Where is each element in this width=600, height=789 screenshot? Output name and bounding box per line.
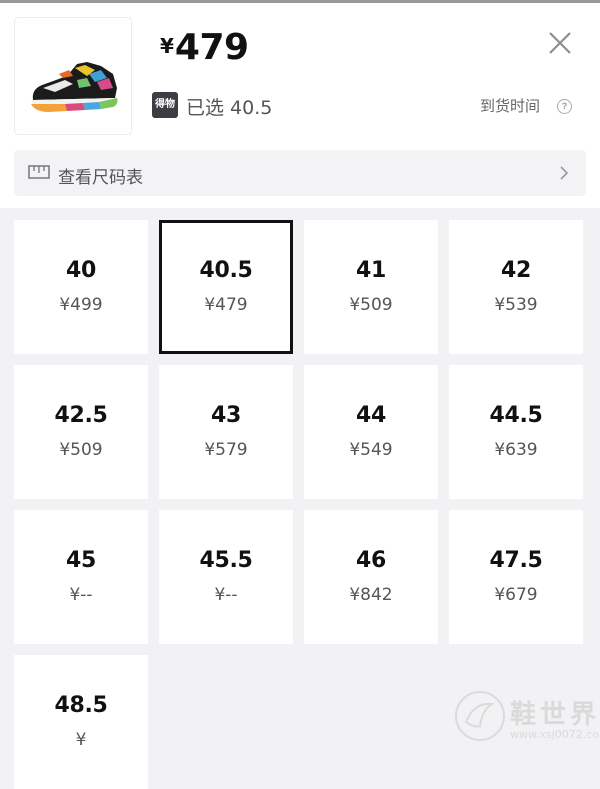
size-label: 44.5 <box>489 403 543 428</box>
size-grid: 40 ¥499 40.5 ¥479 41 ¥509 42 ¥539 42.5 ¥509 43 ¥579… <box>0 208 600 789</box>
size-price: ¥-- <box>214 585 238 605</box>
size-label: 44 <box>355 403 386 428</box>
sku-selector-header: ¥479 得物 已选 40.5 到货时间 ? 查看尺码表 <box>0 3 600 208</box>
size-label: 41 <box>355 258 386 283</box>
dewu-badge: 得物 <box>152 92 178 118</box>
arrival-time-label[interactable]: 到货时间 <box>480 95 540 116</box>
size-option-40[interactable]: 40 ¥499 <box>14 220 148 354</box>
watermark-text: 鞋世界 <box>510 700 600 730</box>
help-icon[interactable]: ? <box>557 99 572 114</box>
size-option-48-5[interactable]: 48.5 ¥ <box>14 655 148 789</box>
size-label: 40.5 <box>199 258 253 283</box>
size-option-45-5[interactable]: 45.5 ¥-- <box>159 510 293 644</box>
size-option-43[interactable]: 43 ¥579 <box>159 365 293 499</box>
size-option-44[interactable]: 44 ¥549 <box>304 365 438 499</box>
size-option-45[interactable]: 45 ¥-- <box>14 510 148 644</box>
size-chart-button[interactable]: 查看尺码表 <box>14 150 586 196</box>
size-price: ¥509 <box>349 295 393 315</box>
size-label: 45.5 <box>199 548 253 573</box>
size-price: ¥-- <box>69 585 93 605</box>
size-price: ¥639 <box>494 440 538 460</box>
size-option-42[interactable]: 42 ¥539 <box>449 220 583 354</box>
currency-symbol: ¥ <box>160 34 174 58</box>
size-price: ¥ <box>75 730 87 750</box>
size-price: ¥479 <box>204 295 248 315</box>
size-option-47-5[interactable]: 47.5 ¥679 <box>449 510 583 644</box>
size-price: ¥499 <box>59 295 103 315</box>
size-option-41[interactable]: 41 ¥509 <box>304 220 438 354</box>
chevron-right-icon <box>560 166 569 180</box>
size-label: 42 <box>500 258 531 283</box>
ruler-icon <box>28 165 50 179</box>
size-option-44-5[interactable]: 44.5 ¥639 <box>449 365 583 499</box>
size-price: ¥539 <box>494 295 538 315</box>
size-label: 47.5 <box>489 548 543 573</box>
size-chart-label: 查看尺码表 <box>58 168 143 188</box>
size-label: 48.5 <box>54 693 108 718</box>
size-price: ¥549 <box>349 440 393 460</box>
product-thumbnail <box>14 17 132 135</box>
close-icon[interactable] <box>546 29 574 57</box>
size-price: ¥842 <box>349 585 393 605</box>
size-label: 45 <box>65 548 96 573</box>
watermark-url: www.xsj0072.com <box>510 728 600 741</box>
selected-price: ¥479 <box>160 27 249 68</box>
size-option-42-5[interactable]: 42.5 ¥509 <box>14 365 148 499</box>
watermark: 鞋世界 www.xsj0072.com <box>452 688 600 745</box>
size-label: 42.5 <box>54 403 108 428</box>
size-label: 46 <box>355 548 386 573</box>
selected-size-text: 已选 40.5 <box>186 97 273 119</box>
size-label: 40 <box>65 258 96 283</box>
price-value: 479 <box>174 27 249 68</box>
size-price: ¥579 <box>204 440 248 460</box>
size-label: 43 <box>210 403 241 428</box>
size-price: ¥509 <box>59 440 103 460</box>
size-option-40-5[interactable]: 40.5 ¥479 <box>159 220 293 354</box>
size-price: ¥679 <box>494 585 538 605</box>
size-option-46[interactable]: 46 ¥842 <box>304 510 438 644</box>
